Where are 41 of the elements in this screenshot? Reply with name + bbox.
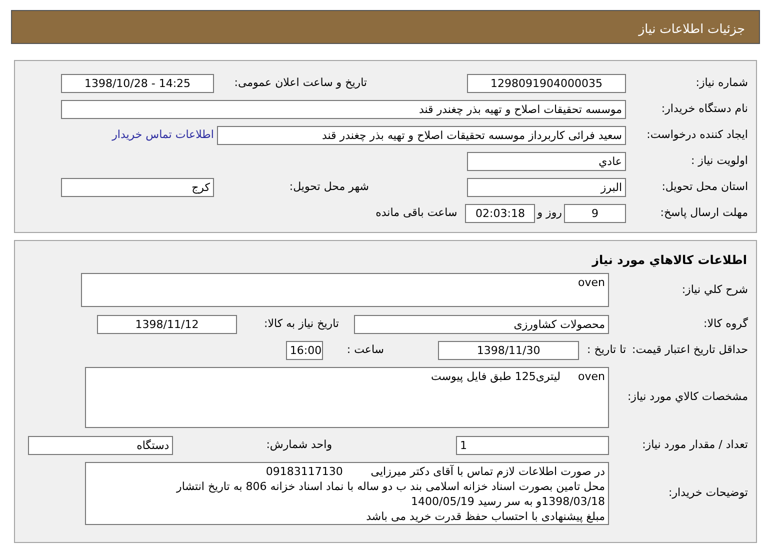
text-area: oven bbox=[81, 273, 609, 307]
contact-link[interactable]: اطلاعات تماس خریدار bbox=[112, 126, 214, 144]
inline-text: تا تاریخ : bbox=[587, 342, 626, 358]
value-field: 9 bbox=[564, 204, 626, 222]
inline-text: روز و bbox=[537, 204, 562, 221]
value-field: 1398/11/12 bbox=[97, 314, 237, 334]
value-field: دستگاه bbox=[28, 436, 174, 454]
value-field: موسسه تحقیقات اصلاح و تهیه بذر چغندر قند bbox=[61, 100, 626, 118]
field-label: شماره نیاز: bbox=[694, 74, 748, 91]
text-area: oven لیتری125 طبق فایل پیوست bbox=[85, 367, 609, 428]
field-label: شهر محل تحویل: bbox=[288, 178, 369, 195]
inline-text: ساعت باقی مانده bbox=[376, 204, 458, 221]
field-label: تاریخ و ساعت اعلان عمومی: bbox=[233, 74, 367, 91]
value-field: 1398/10/28 - 14:25 bbox=[61, 74, 214, 92]
field-label: حداقل تاریخ اعتبار قیمت: bbox=[632, 342, 748, 358]
value-field: محصولات کشاورزی bbox=[354, 314, 609, 334]
field-label: شرح کلي نياز: bbox=[680, 282, 748, 298]
value-field: سعید فرائی کاربرداز موسسه تحقیقات اصلاح و تهیه بذر چغندر قند bbox=[217, 126, 626, 144]
header-bar: جزئیات اطلاعات نیاز bbox=[11, 10, 760, 44]
field-label: مهلت ارسال پاسخ: bbox=[659, 204, 748, 221]
field-label: واحد شمارش: bbox=[266, 436, 332, 453]
field-label: ایجاد کننده درخواست: bbox=[646, 126, 748, 143]
value-field: 1298091904000035 bbox=[467, 74, 626, 92]
field-label: اولویت نیاز : bbox=[690, 152, 748, 169]
value-field: 1 bbox=[456, 436, 609, 454]
value-field: 16:00 bbox=[286, 340, 323, 360]
value-field: 02:03:18 bbox=[465, 204, 536, 222]
field-label: تعداد / مقدار مورد نیاز: bbox=[641, 436, 748, 453]
field-label: مشخصات کالاي مورد نياز: bbox=[626, 389, 748, 406]
field-label: نام دستگاه خریدار: bbox=[660, 100, 748, 117]
value-field: عادي bbox=[467, 152, 626, 170]
field-label: استان محل تحویل: bbox=[660, 178, 748, 195]
value-field: البرز bbox=[467, 178, 626, 196]
field-label: تاریخ نیاز به کالا: bbox=[263, 316, 339, 332]
value-field: 1398/11/30 bbox=[438, 340, 580, 360]
field-label: توضیحات خریدار: bbox=[668, 485, 748, 502]
section-title: اطلاعات کالاهاي مورد نياز bbox=[592, 253, 747, 267]
field-label: گروه کالا: bbox=[702, 316, 748, 332]
inline-text: ساعت : bbox=[346, 342, 384, 358]
value-field: کرج bbox=[61, 178, 214, 196]
notes-area: در صورت اطلاعات لازم تماس با آقای دکتر میرزایی 09183117130 محل تامین بصورت اسناد خزانه اسلامی بند ب دو ساله با نماد اسناد خزانه 806 به تاریخ انتشار 1398/03/18و به سر رسید 1400/05/19 مبلغ پیشنهادی با احتساب حفظ قدرت خرید می باشد bbox=[85, 462, 609, 525]
